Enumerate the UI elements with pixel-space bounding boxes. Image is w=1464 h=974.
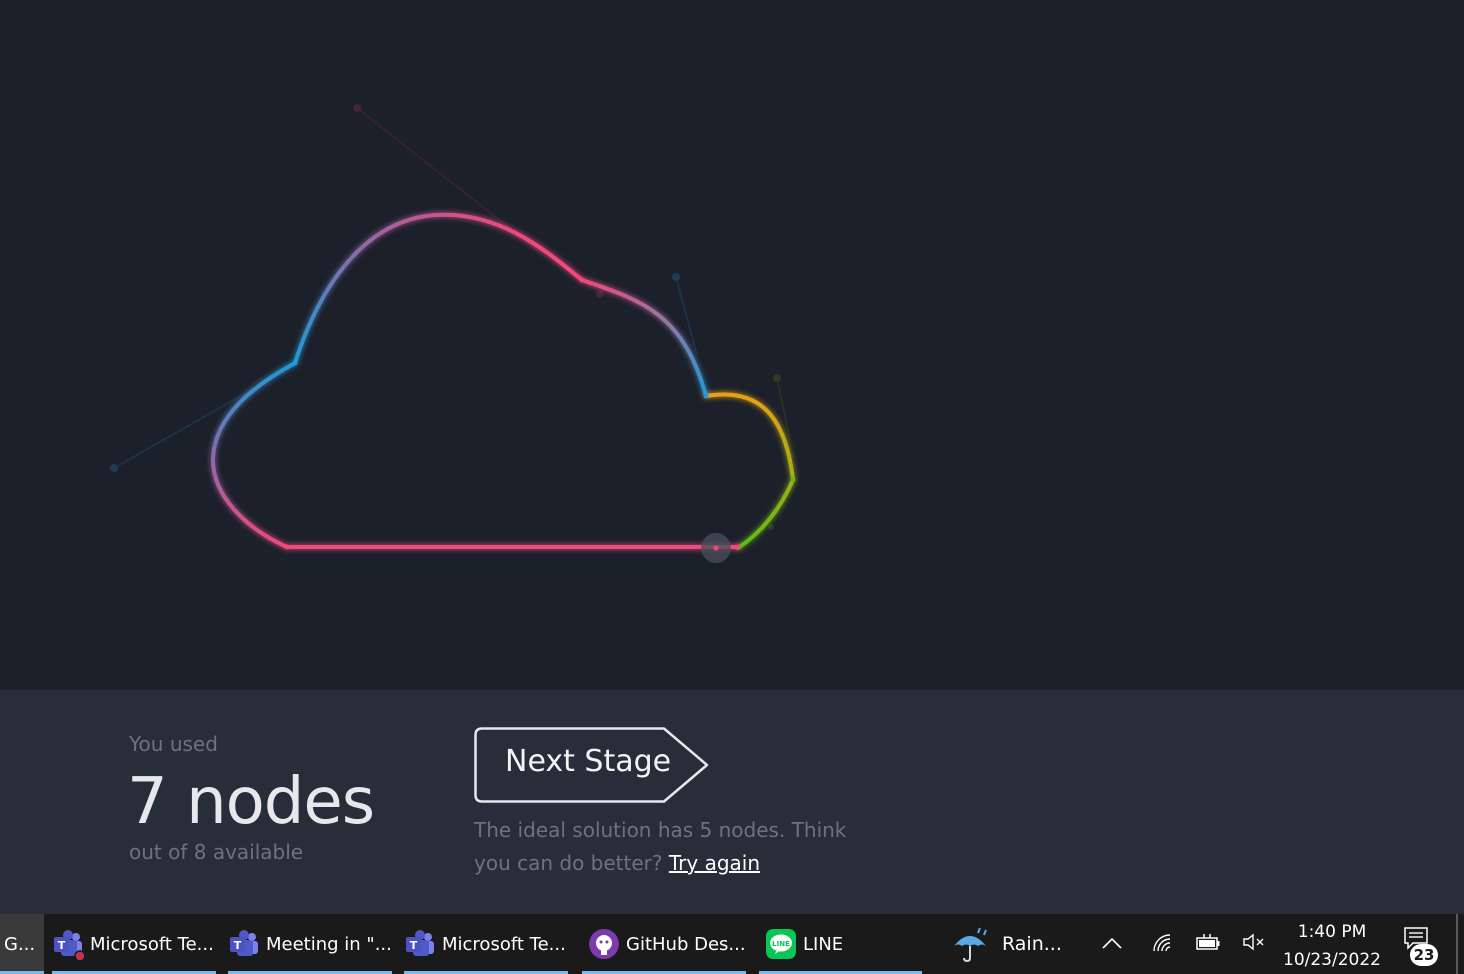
nodes-count: 7 nodes [127, 765, 375, 839]
used-label: You used [129, 732, 218, 756]
network-button[interactable] [1144, 914, 1180, 974]
drawing-canvas[interactable] [0, 0, 1464, 690]
weather-label: Rain... [1002, 933, 1062, 955]
handle-point-green[interactable] [773, 374, 781, 382]
node-point-hovered[interactable] [713, 545, 719, 551]
umbrella-rain-icon [950, 924, 990, 964]
cloud-left-segment [210, 361, 297, 549]
svg-text:T: T [58, 939, 66, 952]
volume-button[interactable] [1236, 914, 1272, 974]
github-icon [588, 928, 620, 960]
battery-button[interactable] [1190, 914, 1226, 974]
handle-point-green-low[interactable] [768, 524, 774, 530]
teams-icon: T [228, 928, 260, 960]
notification-count-badge: 23 [1410, 944, 1438, 966]
taskbar-app-line[interactable]: LINE LINE [759, 914, 922, 974]
battery-charging-icon [1194, 932, 1222, 956]
node-point[interactable] [703, 393, 709, 399]
node-point[interactable] [292, 360, 298, 366]
hint-message: The ideal solution has 5 nodes. Think yo… [474, 818, 847, 875]
taskbar-app-first-label: G... [4, 933, 36, 955]
clock[interactable]: 1:40 PM 10/23/2022 [1278, 918, 1386, 974]
taskbar-app-first[interactable]: G... [0, 914, 44, 974]
try-again-link[interactable]: Try again [669, 851, 760, 875]
next-stage-button[interactable]: Next Stage [474, 727, 710, 803]
taskbar-app-teams-1[interactable]: T Microsoft Te... [52, 914, 216, 974]
taskbar-app-label: Meeting in "... [266, 933, 392, 955]
cloud-nodes[interactable] [284, 277, 796, 550]
handle-point-mid[interactable] [596, 290, 604, 298]
node-point[interactable] [284, 544, 290, 550]
next-stage-label: Next Stage [505, 744, 672, 779]
cloud-top-segment [293, 212, 584, 365]
handle-point-cyan[interactable] [672, 273, 680, 281]
node-point[interactable] [735, 544, 741, 550]
taskbar-app-teams-2[interactable]: T Microsoft Te... [404, 914, 568, 974]
available-label: out of 8 available [129, 840, 304, 864]
svg-text:T: T [234, 939, 242, 952]
taskbar: G... T Microsoft Te... T Meeting in "...… [0, 914, 1464, 974]
cloud-path [210, 212, 795, 550]
node-point[interactable] [579, 277, 585, 283]
cloud-right-segment [704, 392, 795, 550]
show-desktop-button[interactable] [1456, 914, 1458, 974]
svg-text:LINE: LINE [772, 940, 790, 948]
taskbar-app-label: LINE [803, 933, 844, 955]
cloud-drawing[interactable] [0, 0, 1464, 690]
taskbar-app-teams-meeting[interactable]: T Meeting in "... [228, 914, 392, 974]
weather-widget[interactable]: Rain... [950, 914, 1070, 974]
volume-muted-icon [1241, 932, 1267, 956]
teams-icon: T [52, 928, 86, 962]
line-icon: LINE [765, 928, 797, 960]
node-point[interactable] [790, 477, 796, 483]
teams-icon: T [404, 928, 436, 960]
taskbar-app-label: Microsoft Te... [442, 933, 566, 955]
chevron-up-icon [1101, 935, 1123, 954]
results-panel: You used 7 nodes out of 8 available Next… [0, 690, 1464, 914]
clock-date: 10/23/2022 [1283, 950, 1381, 970]
taskbar-app-github[interactable]: GitHub Des... [582, 914, 746, 974]
clock-time: 1:40 PM [1297, 922, 1367, 942]
show-hidden-icons-button[interactable] [1094, 914, 1130, 974]
svg-text:T: T [410, 939, 418, 952]
wifi-icon [1150, 931, 1174, 957]
taskbar-app-label: GitHub Des... [626, 933, 746, 955]
handle-point-pink[interactable] [353, 104, 361, 112]
taskbar-app-label: Microsoft Te... [90, 933, 214, 955]
handle-point-blue[interactable] [110, 464, 118, 472]
handle-line-blue [113, 387, 256, 469]
handle-line-cyan [675, 276, 698, 356]
hint-text: The ideal solution has 5 nodes. Think yo… [474, 814, 864, 880]
